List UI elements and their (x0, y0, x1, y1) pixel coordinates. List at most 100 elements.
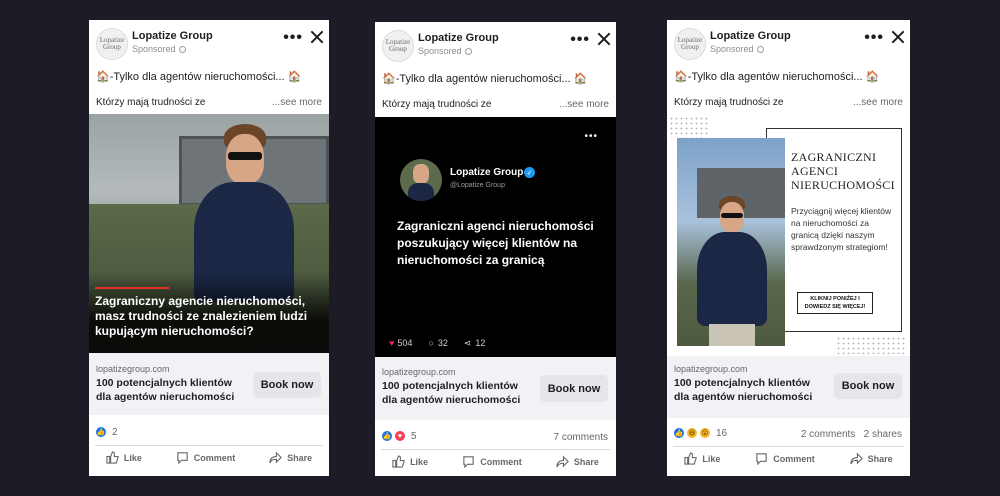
like-button[interactable]: Like (684, 452, 720, 465)
link-domain: lopatizegroup.com (382, 367, 456, 377)
reactions-summary[interactable]: 👍 ♥ 5 (381, 430, 417, 442)
comment-icon (463, 456, 474, 468)
avatar-logo-text: Lopatize Group (385, 38, 411, 53)
page-avatar[interactable]: Lopatize Group (382, 30, 414, 62)
poster-title: ZAGRANICZNI AGENCI NIERUCHOMOŚCI (791, 150, 895, 192)
tweet-avatar (400, 159, 442, 201)
reaction-count: 2 (112, 426, 118, 438)
house-icon: 🏠 (382, 73, 396, 85)
page-name[interactable]: Lopatize Group (710, 30, 791, 42)
headline-text: -Tylko dla agentów nieruchomości... (109, 71, 285, 83)
divider (381, 449, 610, 450)
page-avatar[interactable]: Lopatize Group (96, 28, 128, 60)
post-body: Którzy mają trudności ze (96, 97, 206, 108)
shares-count: 2 shares (863, 429, 902, 440)
like-button[interactable]: Like (392, 455, 428, 468)
like-reaction-icon: 👍 (673, 427, 685, 439)
share-icon (269, 451, 282, 464)
link-title: 100 potencjalnych klientów dla agentów n… (674, 377, 813, 403)
reaction-count: 5 (411, 430, 417, 442)
heart-icon: ♥ (389, 338, 395, 348)
see-more-link[interactable]: ...see more (272, 97, 322, 108)
like-reaction-icon: 👍 (95, 426, 107, 438)
share-button[interactable]: Share (269, 451, 312, 464)
post-header: Lopatize Group Lopatize Group Sponsored … (89, 20, 329, 60)
more-options-icon[interactable]: ••• (283, 30, 303, 46)
verified-icon: ✓ (524, 167, 535, 178)
close-icon[interactable] (891, 30, 905, 44)
close-icon[interactable] (310, 30, 324, 44)
dots-pattern-bottom (836, 336, 906, 354)
close-icon[interactable] (597, 32, 611, 46)
book-now-button[interactable]: Book now (253, 372, 321, 398)
tweet-stats: ♥ 504 ○ 32 ⋖ 12 (389, 338, 485, 349)
more-options-icon[interactable]: ••• (864, 30, 884, 46)
more-options-icon[interactable]: ••• (570, 32, 590, 48)
haha-reaction-icon: 😆 (686, 427, 698, 439)
ad-image[interactable]: ZAGRANICZNI AGENCI NIERUCHOMOŚCI Przycią… (667, 114, 910, 356)
like-reaction-icon: 👍 (381, 430, 393, 442)
headline-text: -Tylko dla agentów nieruchomości... (395, 73, 571, 85)
ad-card-3: Lopatize Group Lopatize Group Sponsored … (667, 20, 910, 476)
comment-button[interactable]: Comment (462, 455, 522, 468)
tweet-more-icon: ••• (584, 131, 598, 142)
poster-text: Przyciągnij więcej klientów na nieruchom… (791, 206, 892, 252)
thumbs-up-icon (684, 452, 698, 465)
see-more-link[interactable]: ...see more (559, 99, 609, 110)
tweet-author: Lopatize Group (450, 167, 524, 178)
love-reaction-icon: ♥ (394, 430, 406, 442)
ad-image[interactable]: ••• Lopatize Group ✓ @Lopatize Group Zag… (375, 117, 616, 357)
post-body: Którzy mają trudności ze (382, 99, 492, 110)
ad-card-1: Lopatize Group Lopatize Group Sponsored … (89, 20, 329, 476)
tweet-text: Zagraniczni agenci nieruchomości poszuku… (397, 219, 594, 267)
reactions-summary[interactable]: 👍 😆 😮 16 (673, 427, 727, 439)
share-tweet-icon: ⋖ (463, 338, 472, 348)
headline-text: -Tylko dla agentów nieruchomości... (687, 71, 863, 83)
globe-icon (178, 46, 186, 54)
house-icon: 🏠 (96, 71, 110, 83)
avatar-logo-text: Lopatize Group (677, 36, 703, 51)
page-avatar[interactable]: Lopatize Group (674, 28, 706, 60)
person-photo (691, 196, 771, 346)
page-name[interactable]: Lopatize Group (132, 30, 213, 42)
sponsored-label: Sponsored (710, 44, 764, 54)
tweet-shares: 12 (475, 338, 486, 348)
link-title: 100 potencjalnych klientów dla agentów n… (96, 377, 235, 403)
share-button[interactable]: Share (556, 455, 599, 468)
house-icon: 🏠 (865, 71, 880, 83)
dots-pattern-top (669, 116, 709, 138)
house-icon: 🏠 (573, 73, 588, 85)
globe-icon (464, 48, 472, 56)
comments-shares-count[interactable]: 2 comments 2 shares (801, 429, 902, 440)
thumbs-up-icon (392, 455, 405, 468)
like-button[interactable]: Like (106, 451, 142, 464)
comments-count[interactable]: 7 comments (554, 432, 608, 443)
reactions-summary[interactable]: 👍 2 (95, 426, 118, 438)
reply-icon: ○ (428, 338, 434, 348)
comment-button[interactable]: Comment (176, 451, 235, 464)
link-domain: lopatizegroup.com (674, 364, 748, 374)
poster-button: KLIKNIJ PONIŻEJ I DOWIEDZ SIĘ WIĘCEJ! (797, 292, 873, 314)
comment-button[interactable]: Comment (755, 452, 815, 465)
book-now-button[interactable]: Book now (834, 373, 902, 399)
avatar-logo-text: Lopatize Group (99, 36, 125, 51)
ad-image[interactable]: Zagraniczny agencie nieruchomości, masz … (89, 114, 329, 353)
post-body: Którzy mają trudności ze (674, 97, 784, 108)
ad-card-2: Lopatize Group Lopatize Group Sponsored … (375, 22, 616, 476)
reaction-count: 16 (716, 427, 728, 439)
accent-line (95, 287, 169, 289)
creative-caption: Zagraniczny agencie nieruchomości, masz … (95, 294, 308, 338)
link-title: 100 potencjalnych klientów dla agentów n… (382, 380, 521, 406)
post-headline: 🏠-Tylko dla agentów nieruchomości... 🏠 (674, 70, 879, 83)
post-header: Lopatize Group Lopatize Group Sponsored … (375, 22, 616, 62)
share-button[interactable]: Share (849, 452, 893, 465)
page-name[interactable]: Lopatize Group (418, 32, 499, 44)
tweet-likes: 504 (397, 338, 413, 348)
house-icon: 🏠 (287, 71, 302, 83)
globe-icon (756, 46, 764, 54)
divider (95, 445, 323, 446)
link-domain: lopatizegroup.com (96, 364, 170, 374)
book-now-button[interactable]: Book now (540, 375, 608, 402)
see-more-link[interactable]: ...see more (853, 97, 903, 108)
poster-photo (677, 138, 785, 346)
